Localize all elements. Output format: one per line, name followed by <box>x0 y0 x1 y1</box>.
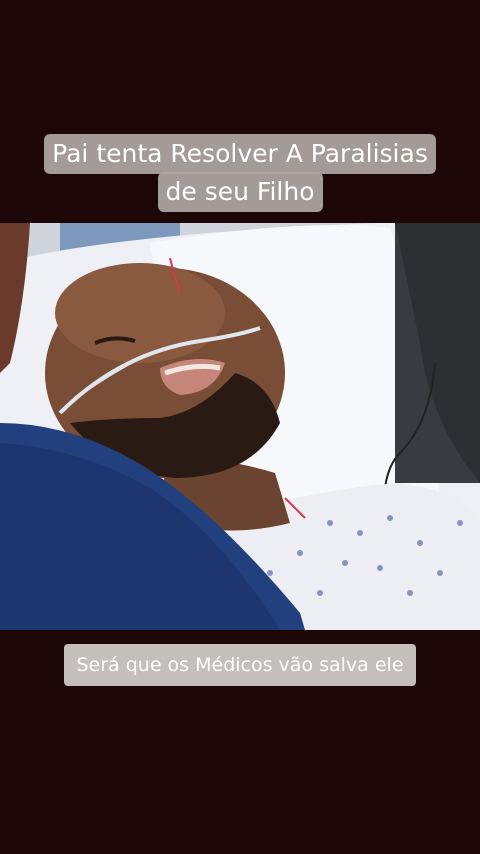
video-post-screen: Pai tenta Resolver A Paralisias de seu F… <box>0 0 480 854</box>
caption-text: Será que os Médicos vão salva ele <box>64 644 416 686</box>
title-line-1: Pai tenta Resolver A Paralisias <box>44 134 436 174</box>
title-line-2: de seu Filho <box>157 172 323 212</box>
title-overlay: Pai tenta Resolver A Paralisias de seu F… <box>0 134 480 212</box>
video-frame[interactable] <box>0 223 480 630</box>
video-scene-illustration <box>0 223 480 630</box>
caption-overlay: Será que os Médicos vão salva ele <box>0 644 480 686</box>
